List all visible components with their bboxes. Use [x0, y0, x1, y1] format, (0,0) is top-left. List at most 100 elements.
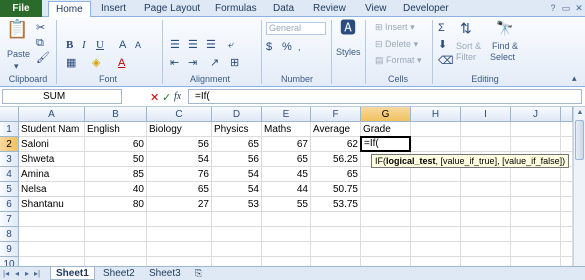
cell[interactable]: Amina	[19, 167, 85, 182]
sheet-prev-icon[interactable]: ◂	[15, 267, 19, 280]
col-header-d[interactable]: D	[212, 107, 262, 122]
col-header-b[interactable]: B	[85, 107, 147, 122]
cell[interactable]	[561, 122, 573, 137]
cell[interactable]	[561, 242, 573, 257]
orientation-icon[interactable]: ↗	[210, 57, 219, 69]
cell[interactable]	[411, 137, 461, 152]
cell[interactable]	[461, 197, 511, 212]
align-left-icon[interactable]: ☰	[170, 39, 180, 51]
insert-button[interactable]: ⊞ Insert ▾	[375, 22, 415, 33]
sheet-tab-3[interactable]: Sheet3	[144, 267, 186, 280]
find-label[interactable]: Find &	[492, 41, 518, 51]
cell[interactable]	[212, 227, 262, 242]
copy-icon[interactable]: ⧉	[36, 37, 44, 49]
cell[interactable]	[511, 227, 561, 242]
tab-developer[interactable]: Developer	[403, 0, 449, 17]
tab-view[interactable]: View	[365, 0, 387, 17]
sheet-tab-2[interactable]: Sheet2	[98, 267, 140, 280]
cell[interactable]	[461, 212, 511, 227]
cell[interactable]: Nelsa	[19, 182, 85, 197]
tab-data[interactable]: Data	[273, 0, 294, 17]
header-cell[interactable]: English	[85, 122, 147, 137]
decrease-indent-icon[interactable]: ⇤	[170, 57, 179, 69]
format-painter-icon[interactable]: 🖌	[36, 52, 50, 64]
cell[interactable]: 85	[85, 167, 147, 182]
header-cell[interactable]: Maths	[262, 122, 311, 137]
tab-file[interactable]: File	[0, 0, 42, 17]
cell[interactable]	[461, 242, 511, 257]
cell[interactable]: 53	[212, 197, 262, 212]
cell[interactable]	[85, 212, 147, 227]
cell[interactable]: 76	[147, 167, 212, 182]
cell[interactable]: Saloni	[19, 137, 85, 152]
cell[interactable]: 56.25	[311, 152, 361, 167]
cell[interactable]: 44	[262, 182, 311, 197]
cell[interactable]	[361, 197, 411, 212]
select-label[interactable]: Select	[490, 52, 515, 62]
cell[interactable]	[461, 227, 511, 242]
cell[interactable]	[361, 242, 411, 257]
restore-icon[interactable]: ▭	[561, 3, 571, 13]
insert-function-button[interactable]: fx	[174, 91, 181, 102]
row-header-4[interactable]: 4	[0, 167, 19, 182]
cell[interactable]	[19, 212, 85, 227]
cell[interactable]	[411, 167, 461, 182]
cell[interactable]: 56	[212, 152, 262, 167]
col-header-i[interactable]: I	[461, 107, 511, 122]
enter-icon[interactable]: ✓	[162, 91, 171, 104]
cell[interactable]	[411, 122, 461, 137]
borders-icon[interactable]: ▦	[66, 57, 76, 69]
cell[interactable]: 50	[85, 152, 147, 167]
cell[interactable]: 65	[147, 182, 212, 197]
cell[interactable]: 62	[311, 137, 361, 152]
header-cell[interactable]: Student Nam	[19, 122, 85, 137]
col-header-c[interactable]: C	[147, 107, 212, 122]
tab-formulas[interactable]: Formulas	[215, 0, 257, 17]
cell[interactable]	[262, 212, 311, 227]
row-header-1[interactable]: 1	[0, 122, 19, 137]
styles-button[interactable]: Styles	[336, 47, 361, 57]
col-header-a[interactable]: A	[19, 107, 85, 122]
cell[interactable]: 65	[212, 137, 262, 152]
cell[interactable]: Shantanu	[19, 197, 85, 212]
cell[interactable]	[511, 182, 561, 197]
cell[interactable]	[561, 167, 573, 182]
cell[interactable]	[361, 182, 411, 197]
increase-indent-icon[interactable]: ⇥	[188, 57, 197, 69]
cell[interactable]	[147, 212, 212, 227]
cell[interactable]	[411, 242, 461, 257]
cell[interactable]	[511, 212, 561, 227]
cell[interactable]	[511, 122, 561, 137]
cell[interactable]	[461, 167, 511, 182]
cell[interactable]	[561, 212, 573, 227]
cell[interactable]	[511, 137, 561, 152]
sheet-last-icon[interactable]: ▸|	[34, 267, 40, 280]
cell[interactable]: 53.75	[311, 197, 361, 212]
italic-icon[interactable]: I	[82, 39, 86, 51]
cell[interactable]	[147, 227, 212, 242]
cell[interactable]	[85, 242, 147, 257]
row-header-8[interactable]: 8	[0, 227, 19, 242]
cell[interactable]	[311, 227, 361, 242]
cell[interactable]	[561, 227, 573, 242]
cell[interactable]: 40	[85, 182, 147, 197]
sheet-next-icon[interactable]: ▸	[25, 267, 29, 280]
col-header-g[interactable]: G	[361, 107, 411, 122]
cell[interactable]	[147, 242, 212, 257]
help-icon[interactable]: ?	[548, 3, 558, 13]
font-grow-icon[interactable]: A	[119, 39, 126, 51]
tab-insert[interactable]: Insert	[101, 0, 126, 17]
cell[interactable]	[19, 242, 85, 257]
filter-label[interactable]: Filter	[456, 52, 476, 62]
tooltip-current-argument[interactable]: logical_test	[386, 156, 436, 166]
paste-dropdown-icon[interactable]: ▾	[14, 61, 19, 72]
insert-sheet-icon[interactable]: ⎘	[190, 267, 207, 280]
cell[interactable]	[311, 212, 361, 227]
col-header-k[interactable]	[561, 107, 573, 122]
cell[interactable]	[511, 167, 561, 182]
cell[interactable]	[85, 227, 147, 242]
bold-icon[interactable]: B	[66, 39, 73, 51]
sheet-tab-1[interactable]: Sheet1	[50, 267, 95, 280]
header-cell[interactable]: Biology	[147, 122, 212, 137]
cell[interactable]	[262, 242, 311, 257]
